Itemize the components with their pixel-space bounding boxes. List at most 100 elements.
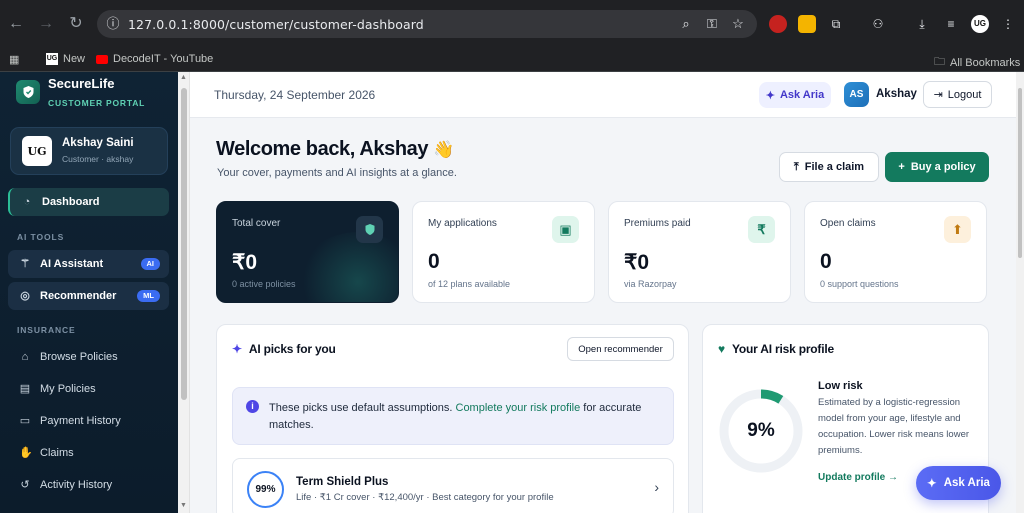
sidebar-item-ai-assistant[interactable]: ⚚ AI Assistant AI — [8, 250, 169, 278]
incognito-icon[interactable]: ⚇ — [869, 15, 887, 33]
avatar[interactable]: AS — [844, 82, 869, 107]
page-title: Welcome back, Akshay 👋 — [216, 138, 454, 161]
shield-icon — [356, 216, 383, 243]
url-text: 127.0.0.1:8000/customer/customer-dashboa… — [128, 17, 424, 32]
ml-badge: ML — [137, 290, 160, 302]
sidebar-item-dashboard[interactable]: ◔ Dashboard — [8, 188, 169, 216]
folder-icon: 🗀 — [934, 56, 945, 68]
bookmark-new[interactable]: UG New — [46, 53, 85, 65]
bookmarks-bar: ▦ UG New DecodeIT - YouTube 🗀 All Bookma… — [0, 48, 1024, 72]
logout-icon: ⇥ — [933, 89, 943, 101]
sidebar-scrollbar-thumb[interactable] — [181, 88, 187, 400]
stat-card-total-cover: Total cover ₹0 0 active policies — [216, 201, 399, 303]
complete-risk-profile-link[interactable]: Complete your risk profile — [456, 402, 581, 414]
open-recommender-button[interactable]: Open recommender — [567, 337, 674, 361]
site-info-icon[interactable]: ⓘ — [104, 15, 122, 33]
browser-toolbar: ← → ↻ ⓘ 127.0.0.1:8000/customer/customer… — [0, 0, 1024, 48]
risk-description: Estimated by a logistic-regression model… — [818, 397, 970, 456]
magic-wand-icon: ✦ — [232, 342, 242, 356]
buy-policy-button[interactable]: + Buy a policy — [885, 152, 989, 182]
bookmark-star-icon[interactable]: ☆ — [729, 15, 747, 33]
ai-picks-panel: ✦ AI picks for you Open recommender i Th… — [216, 324, 689, 513]
avatar: UG — [22, 136, 52, 166]
plan-name: Term Shield Plus — [296, 476, 389, 488]
upload-icon: ⤒ — [793, 160, 799, 173]
ask-aria-label: Ask Aria — [779, 89, 825, 101]
magic-wand-icon: ⚚ — [20, 258, 30, 270]
menu-icon[interactable]: ⋮ — [999, 15, 1017, 33]
sidebar: SecureLife CUSTOMER PORTAL UG Akshay Sai… — [0, 72, 178, 513]
sidebar-item-payment-history[interactable]: ▭ Payment History — [8, 407, 169, 435]
stat-foot: of 12 plans available — [428, 279, 511, 289]
stat-foot: 0 active policies — [232, 279, 296, 289]
user-card[interactable]: UG Akshay Saini Customer · akshay — [10, 127, 168, 175]
sidebar-item-recommender[interactable]: ◎ Recommender ML — [8, 282, 169, 310]
tab-search-icon[interactable]: ≡ — [942, 15, 960, 33]
stat-value: 0 — [428, 250, 440, 273]
reload-icon[interactable]: ↻ — [66, 14, 86, 34]
sidebar-item-label: Activity History — [40, 479, 113, 491]
card-glow — [298, 232, 398, 302]
stat-label: Total cover — [232, 218, 281, 229]
bookmark-youtube[interactable]: DecodeIT - YouTube — [96, 53, 213, 65]
apps-grid-icon[interactable]: ▦ — [9, 53, 19, 66]
ask-aria-fab[interactable]: ✦ Ask Aria — [916, 466, 1001, 500]
scroll-down-icon[interactable]: ▼ — [180, 502, 187, 509]
update-profile-link[interactable]: Update profile → — [818, 472, 898, 483]
bookmark-label: New — [63, 53, 86, 65]
topbar: Thursday, 24 September 2026 ✦ Ask Aria A… — [190, 72, 1016, 118]
ask-aria-button[interactable]: ✦ Ask Aria — [759, 82, 831, 108]
youtube-icon — [96, 54, 108, 64]
magic-wand-icon: ✦ — [765, 89, 775, 102]
forward-icon[interactable]: → — [36, 14, 56, 34]
sidebar-item-claims[interactable]: ✋ Claims — [8, 439, 169, 467]
heart-pulse-icon: ♥ — [718, 342, 725, 356]
all-bookmarks[interactable]: 🗀 All Bookmarks — [934, 53, 1020, 72]
hand-coin-icon: ⬆ — [944, 216, 971, 243]
user-name[interactable]: Akshay — [876, 88, 917, 100]
current-date: Thursday, 24 September 2026 — [214, 88, 376, 102]
ai-picks-title: AI picks for you — [248, 342, 336, 356]
section-insurance: INSURANCE — [17, 325, 76, 335]
sidebar-item-browse-policies[interactable]: ⌂ Browse Policies — [8, 343, 169, 371]
sidebar-item-label: My Policies — [40, 383, 96, 395]
profile-avatar[interactable]: UG — [971, 15, 989, 33]
sidebar-item-activity-history[interactable]: ↺ Activity History — [8, 471, 169, 499]
password-key-icon[interactable]: ⚿ — [703, 15, 721, 33]
panel-title: ✦ AI picks for you — [232, 342, 336, 356]
back-icon[interactable]: ← — [6, 14, 26, 34]
sidebar-item-label: Recommender — [40, 290, 117, 302]
stat-label: Open claims — [820, 218, 876, 229]
sidebar-item-label: Dashboard — [42, 196, 100, 208]
chevron-right-icon[interactable]: › — [654, 479, 659, 495]
logout-label: Logout — [947, 88, 982, 101]
sidebar-item-label: Claims — [40, 447, 74, 459]
welcome-title: Welcome back, Akshay — [216, 138, 429, 160]
page-scrollbar-thumb[interactable] — [1018, 88, 1022, 258]
stat-foot: via Razorpay — [624, 279, 677, 289]
all-bookmarks-label: All Bookmarks — [950, 56, 1021, 69]
brand-name: SecureLife — [48, 76, 115, 91]
stat-label: My applications — [428, 218, 497, 229]
ug-favicon-icon: UG — [46, 53, 58, 65]
list-item[interactable]: 99% Term Shield Plus Life · ₹1 Cr cover … — [232, 458, 674, 513]
file-claim-button[interactable]: ⤒ File a claim — [779, 152, 879, 182]
sidebar-item-my-policies[interactable]: ▤ My Policies — [8, 375, 169, 403]
logout-button[interactable]: ⇥ Logout — [923, 81, 992, 108]
download-icon[interactable]: ⤓ — [913, 15, 931, 33]
zoom-icon[interactable]: ⌕ — [677, 15, 695, 33]
document-icon: ▤ — [19, 383, 31, 395]
info-text: These picks use default assumptions. Com… — [269, 400, 659, 434]
sidebar-item-label: Browse Policies — [40, 351, 118, 363]
extension-red-icon[interactable] — [769, 15, 787, 33]
panel-title: ♥ Your AI risk profile — [718, 342, 834, 356]
scroll-up-icon[interactable]: ▲ — [180, 74, 187, 81]
hand-coin-icon: ✋ — [19, 447, 33, 459]
extensions-puzzle-icon[interactable]: ⧉ — [827, 15, 845, 33]
sidebar-item-label: AI Assistant — [40, 258, 104, 270]
credit-card-icon: ▭ — [19, 415, 31, 427]
extension-yellow-icon[interactable] — [798, 15, 816, 33]
match-score: 99% — [247, 471, 284, 508]
address-bar[interactable]: ⓘ 127.0.0.1:8000/customer/customer-dashb… — [97, 10, 757, 38]
magic-wand-icon: ✦ — [927, 478, 937, 490]
